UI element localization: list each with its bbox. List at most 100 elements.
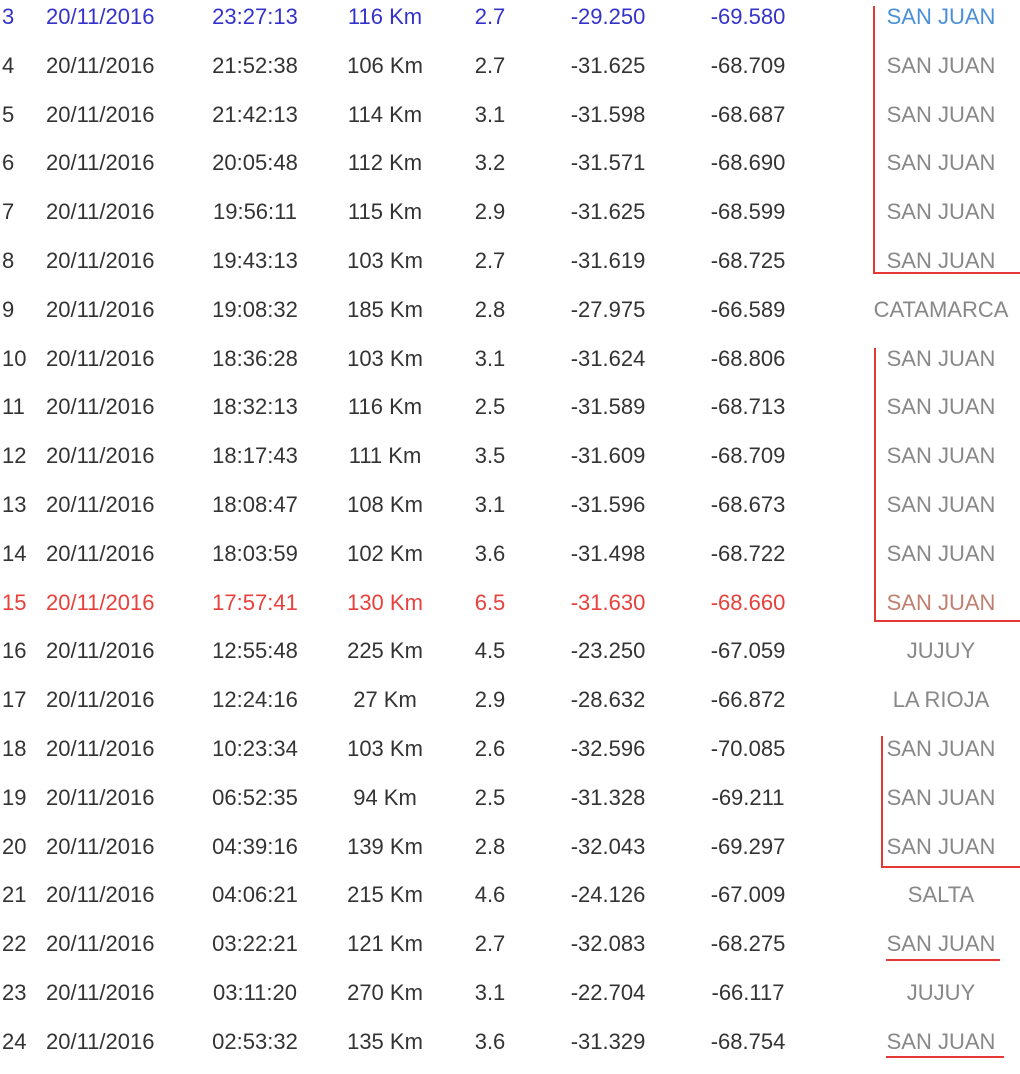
time-cell: 23:27:13 <box>212 4 298 29</box>
table-row: 17 20/11/2016 12:24:16 27 Km 2.9 -28.632 -66.8… <box>0 683 1020 732</box>
latitude-cell: -28.632 <box>570 687 646 713</box>
row-number: 7 <box>2 199 15 225</box>
longitude-cell: -69.580 <box>710 4 786 29</box>
latitude-cell: -31.498 <box>570 540 646 566</box>
date-cell: 20/11/2016 <box>46 345 155 371</box>
magnitude-cell: 2.7 <box>474 4 506 29</box>
depth-cell: 270 Km <box>347 980 423 1005</box>
table-row: 15 20/11/2016 17:57:41 130 Km 6.5 -31.630 -68.… <box>0 586 1020 635</box>
latitude-cell: -32.596 <box>570 736 646 761</box>
latitude-cell: -32.043 <box>570 833 646 859</box>
row-number: 14 <box>2 540 27 566</box>
latitude-cell: -29.250 <box>570 4 646 29</box>
date-cell: 20/11/2016 <box>46 638 155 664</box>
date-cell: 20/11/2016 <box>46 1028 155 1054</box>
magnitude-cell: 3.1 <box>474 980 506 1005</box>
province-cell: JUJUY <box>906 638 976 664</box>
table-row: 21 20/11/2016 04:06:21 215 Km 4.6 -24.126 -67.… <box>0 878 1020 927</box>
magnitude-cell: 2.8 <box>474 296 506 322</box>
time-cell: 18:08:47 <box>212 492 298 517</box>
row-number: 8 <box>2 248 15 273</box>
time-cell: 10:23:34 <box>212 736 298 761</box>
row-number: 10 <box>2 345 27 371</box>
latitude-cell: -31.625 <box>570 199 646 225</box>
province-cell: JUJUY <box>906 980 976 1005</box>
depth-cell: 225 Km <box>347 638 423 664</box>
table-row: 9 20/11/2016 19:08:32 185 Km 2.8 -27.975 -66.5… <box>0 293 1020 342</box>
longitude-cell: -68.690 <box>710 150 786 176</box>
row-number: 23 <box>2 980 27 1005</box>
table-row: 12 20/11/2016 18:17:43 111 Km 3.5 -31.609 -68.… <box>0 439 1020 488</box>
magnitude-cell: 3.1 <box>474 101 506 127</box>
depth-cell: 111 Km <box>348 443 422 469</box>
latitude-cell: -31.609 <box>570 443 646 469</box>
date-cell: 20/11/2016 <box>46 101 155 127</box>
longitude-cell: -69.211 <box>711 784 785 810</box>
date-cell: 20/11/2016 <box>46 150 155 176</box>
row-number: 13 <box>2 492 27 517</box>
depth-cell: 27 Km <box>353 687 417 713</box>
longitude-cell: -68.806 <box>710 345 786 371</box>
depth-cell: 103 Km <box>347 345 423 371</box>
time-cell: 21:42:13 <box>212 101 298 127</box>
row-number: 18 <box>2 736 27 761</box>
row-number: 19 <box>2 784 27 810</box>
time-cell: 18:36:28 <box>212 345 298 371</box>
latitude-cell: -23.250 <box>570 638 646 664</box>
time-cell: 19:43:13 <box>212 248 298 273</box>
province-cell: SAN JUAN <box>886 1028 996 1054</box>
longitude-cell: -69.297 <box>710 833 786 859</box>
longitude-cell: -66.117 <box>711 980 785 1005</box>
time-cell: 04:39:16 <box>212 833 298 859</box>
magnitude-cell: 2.9 <box>474 687 506 713</box>
time-cell: 18:32:13 <box>212 394 298 420</box>
longitude-cell: -68.709 <box>710 443 786 469</box>
magnitude-cell: 3.5 <box>474 443 506 469</box>
table-row: 5 20/11/2016 21:42:13 114 Km 3.1 -31.598 -68.6… <box>0 98 1020 147</box>
magnitude-cell: 6.5 <box>474 589 506 615</box>
latitude-cell: -31.571 <box>570 150 646 176</box>
table-row: 19 20/11/2016 06:52:35 94 Km 2.5 -31.328 -69.2… <box>0 781 1020 830</box>
table-row: 18 20/11/2016 10:23:34 103 Km 2.6 -32.596 -70.… <box>0 732 1020 781</box>
latitude-cell: -32.083 <box>570 931 646 957</box>
annotation-bracket <box>874 348 1020 622</box>
date-cell: 20/11/2016 <box>46 931 155 957</box>
table-row: 22 20/11/2016 03:22:21 121 Km 2.7 -32.083 -68.… <box>0 927 1020 976</box>
annotation-bracket <box>873 6 1020 274</box>
latitude-cell: -31.589 <box>570 394 646 420</box>
depth-cell: 130 Km <box>347 589 423 615</box>
table-row: 6 20/11/2016 20:05:48 112 Km 3.2 -31.571 -68.6… <box>0 146 1020 195</box>
table-row: 23 20/11/2016 03:11:20 270 Km 3.1 -22.704 -66.… <box>0 976 1020 1025</box>
date-cell: 20/11/2016 <box>46 980 155 1005</box>
longitude-cell: -68.725 <box>710 248 786 273</box>
row-number: 24 <box>2 1028 27 1054</box>
table-row: 13 20/11/2016 18:08:47 108 Km 3.1 -31.596 -68.… <box>0 488 1020 537</box>
date-cell: 20/11/2016 <box>46 443 155 469</box>
row-number: 9 <box>2 296 15 322</box>
depth-cell: 94 Km <box>353 784 417 810</box>
magnitude-cell: 4.6 <box>474 882 506 908</box>
magnitude-cell: 4.5 <box>474 638 506 664</box>
longitude-cell: -68.709 <box>710 52 786 78</box>
time-cell: 12:24:16 <box>212 687 298 713</box>
table-row: 3 20/11/2016 23:27:13 116 Km 2.7 -29.250 -69.5… <box>0 0 1020 49</box>
province-cell: SAN JUAN <box>886 931 996 957</box>
latitude-cell: -31.596 <box>570 492 646 517</box>
magnitude-cell: 3.1 <box>474 345 506 371</box>
magnitude-cell: 3.6 <box>474 540 506 566</box>
date-cell: 20/11/2016 <box>46 736 155 761</box>
longitude-cell: -70.085 <box>710 736 786 761</box>
time-cell: 18:17:43 <box>212 443 298 469</box>
longitude-cell: -68.722 <box>710 540 786 566</box>
magnitude-cell: 2.7 <box>474 248 506 273</box>
depth-cell: 121 Km <box>347 931 423 957</box>
time-cell: 02:53:32 <box>212 1028 298 1054</box>
annotation-underline <box>886 959 1000 961</box>
row-number: 21 <box>2 882 27 908</box>
depth-cell: 116 Km <box>347 4 423 29</box>
time-cell: 21:52:38 <box>212 52 298 78</box>
depth-cell: 116 Km <box>347 394 423 420</box>
province-cell: CATAMARCA <box>873 296 1009 322</box>
time-cell: 19:08:32 <box>212 296 298 322</box>
latitude-cell: -27.975 <box>570 296 646 322</box>
